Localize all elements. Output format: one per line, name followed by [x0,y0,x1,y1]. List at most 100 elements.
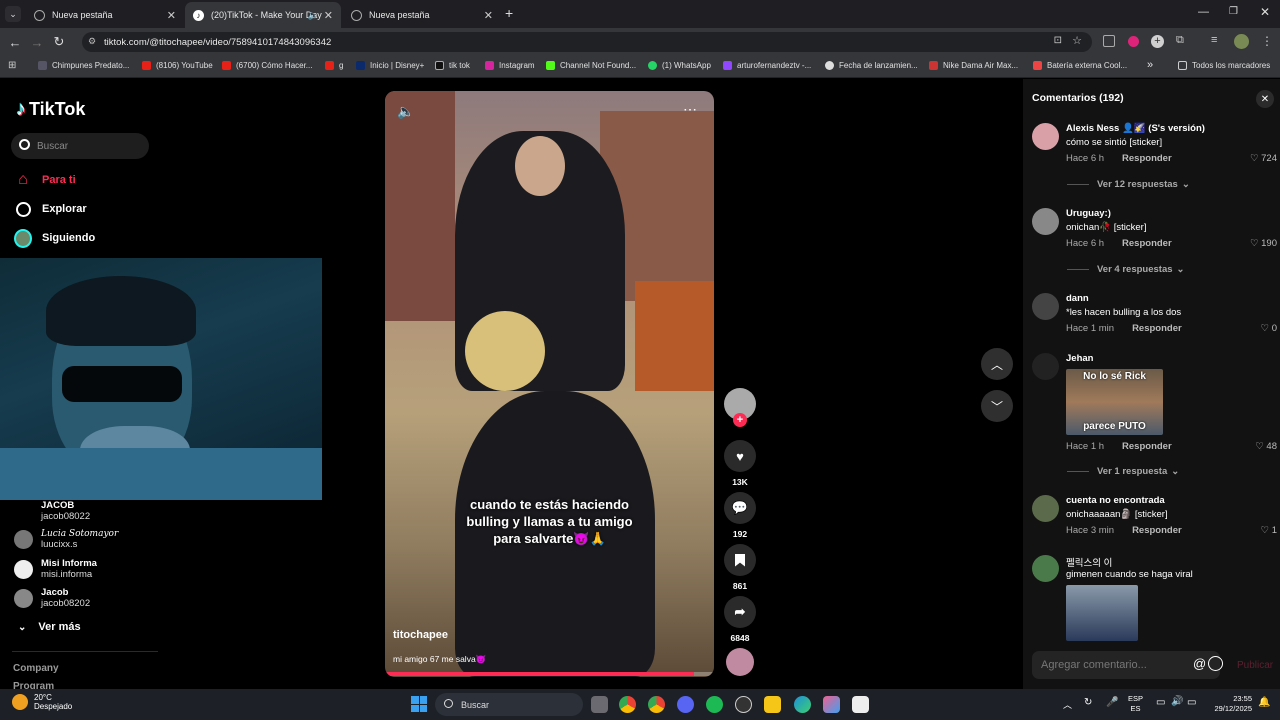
volume-icon[interactable]: 🔊 [1171,696,1183,707]
install-app-icon[interactable]: ⊡ [1054,35,1062,46]
back-button[interactable]: ← [4,35,26,50]
post-comment-button[interactable]: Publicar [1237,660,1273,671]
search-input[interactable]: Buscar [11,133,149,159]
bookmark-item[interactable]: Instagram [485,61,535,70]
tiktok-logo[interactable]: ♪ TikTok [16,98,85,121]
comment-like-button[interactable]: ♡ 0 [1261,323,1277,334]
extension-icon[interactable] [1103,35,1115,47]
comment-button[interactable]: 💬 192 [722,492,758,539]
close-window-button[interactable]: ✕ [1260,5,1270,19]
more-bookmarks-button[interactable]: » [1147,59,1153,71]
reload-button[interactable]: ↻ [48,34,70,50]
browser-menu-icon[interactable]: ⋮ [1261,34,1273,48]
taskbar-search[interactable]: Buscar [435,693,583,716]
avatar[interactable] [1032,555,1059,582]
notifications-icon[interactable]: 🔔 [1258,697,1270,708]
video-progress-track[interactable] [385,672,714,676]
save-button[interactable]: 861 [722,544,758,591]
music-disc-button[interactable] [722,648,758,676]
tab-tiktok[interactable]: ♪ (20)TikTok - Make Your Day 🔈 ✕ [185,2,341,28]
task-view-icon[interactable] [591,696,608,713]
close-tab-icon[interactable]: ✕ [324,9,333,22]
forward-button[interactable]: → [26,35,48,50]
nav-explorar[interactable]: Explorar [14,200,87,218]
following-account[interactable]: Misi Informa misi.informa [14,558,97,580]
comment-user[interactable]: dann [1066,293,1089,304]
tab-list-button[interactable]: ⌄ [5,6,21,22]
comment-like-button[interactable]: ♡ 48 [1255,441,1277,452]
chrome-profile-app-icon[interactable] [648,696,665,713]
bookmark-item[interactable]: Fecha de lanzamien... [825,61,918,70]
reply-button[interactable]: Responder [1122,441,1172,452]
spotify-app-icon[interactable] [706,696,723,713]
bookmark-item[interactable]: (6700) Cómo Hacer... [222,61,312,70]
bookmark-star-icon[interactable]: ☆ [1072,34,1082,47]
battery-icon[interactable]: ▭ [1187,697,1196,708]
avatar[interactable] [1032,123,1059,150]
all-bookmarks-folder[interactable]: Todos los marcadores [1178,61,1270,70]
chrome-app-icon[interactable] [619,696,636,713]
view-replies-button[interactable]: Ver 1 respuesta ⌄ [1067,466,1179,477]
bookmark-item[interactable]: Channel Not Found... [546,61,636,70]
comment-like-button[interactable]: ♡ 1 [1261,525,1277,536]
bookmark-item[interactable]: Chimpunes Predato... [38,61,129,70]
comment-image[interactable] [1066,585,1138,641]
extensions-puzzle-icon[interactable]: ⧉ [1176,34,1184,47]
language-indicator[interactable]: ESP ES [1128,694,1143,714]
comment-user[interactable]: cuenta no encontrada [1066,495,1165,506]
following-account[interactable]: JACOB jacob08022 [14,500,90,522]
obs-app-icon[interactable] [735,696,752,713]
mute-icon[interactable]: 🔈 [397,103,414,120]
bookmark-item[interactable]: (1) WhatsApp [648,61,711,70]
close-tab-icon[interactable]: ✕ [167,9,176,22]
clock[interactable]: 23:55 29/12/2025 [1208,694,1252,714]
weather-widget[interactable]: 20°C Despejado [12,693,72,711]
site-info-icon[interactable]: ⚙ [88,36,96,47]
copilot-app-icon[interactable] [823,696,840,713]
profile-avatar[interactable] [1234,34,1249,49]
more-options-icon[interactable]: ⋯ [683,101,697,118]
bookmark-item[interactable]: Batería externa Cool... [1033,61,1127,70]
comment-user[interactable]: 펠릭스의 이 [1066,555,1112,569]
bookmark-item[interactable]: tik tok [435,61,470,70]
tray-sync-icon[interactable]: ↻ [1084,697,1092,708]
comment-user[interactable]: Jehan [1066,353,1093,364]
comment-meme-image[interactable]: No lo sé Rick parece PUTO [1066,369,1163,435]
minimize-window-button[interactable]: — [1198,6,1209,18]
following-account[interactable]: Jacob jacob08202 [14,587,90,609]
footer-link-company[interactable]: Company [13,663,59,674]
network-icon[interactable]: ▭ [1156,697,1165,708]
comment-input[interactable]: Agregar comentario... @ [1032,651,1223,679]
previous-video-button[interactable]: ︿ [981,348,1013,380]
bookmark-item[interactable]: (8106) YouTube [142,61,213,70]
bookmark-item[interactable]: Nike Dama Air Max... [929,61,1018,70]
discord-app-icon[interactable] [677,696,694,713]
maximize-window-button[interactable]: ❐ [1229,6,1238,17]
microphone-icon[interactable]: 🎤 [1106,697,1118,708]
view-replies-button[interactable]: Ver 12 respuestas ⌄ [1067,179,1190,190]
avatar[interactable] [1032,353,1059,380]
video-player[interactable]: 🔈 ⋯ cuando te estás haciendo bulling y l… [385,91,714,677]
store-app-icon[interactable] [852,696,869,713]
like-button[interactable]: ♥ 13K [722,440,758,487]
avatar[interactable] [1032,293,1059,320]
reply-button[interactable]: Responder [1122,238,1172,249]
video-author[interactable]: titochapee [393,629,448,641]
nav-siguiendo[interactable]: Siguiendo [14,228,95,248]
view-replies-button[interactable]: Ver 4 respuestas ⌄ [1067,264,1185,275]
address-bar[interactable]: ⚙ tiktok.com/@titochapee/video/758941017… [82,32,1092,52]
mention-icon[interactable]: @ [1193,656,1206,671]
bookmark-item[interactable]: Inicio | Disney+ [356,61,424,70]
bookmark-item[interactable]: g [325,61,343,70]
follow-plus-icon[interactable]: + [733,413,747,427]
apps-grid-icon[interactable]: ⊞ [8,60,16,71]
tab-nueva-pestana-1[interactable]: Nueva pestaña ✕ [26,2,184,28]
comment-like-button[interactable]: ♡ 724 [1250,153,1277,164]
nav-para-ti[interactable]: ⌂ Para ti [14,171,75,189]
avatar[interactable] [1032,495,1059,522]
tab-nueva-pestana-2[interactable]: Nueva pestaña ✕ [343,2,501,28]
audio-playing-icon[interactable]: 🔈 [308,10,319,21]
reading-list-icon[interactable]: ≡ [1211,34,1217,46]
bookmark-item[interactable]: arturofernandeztv -... [723,61,811,70]
emoji-icon[interactable] [1208,656,1223,671]
